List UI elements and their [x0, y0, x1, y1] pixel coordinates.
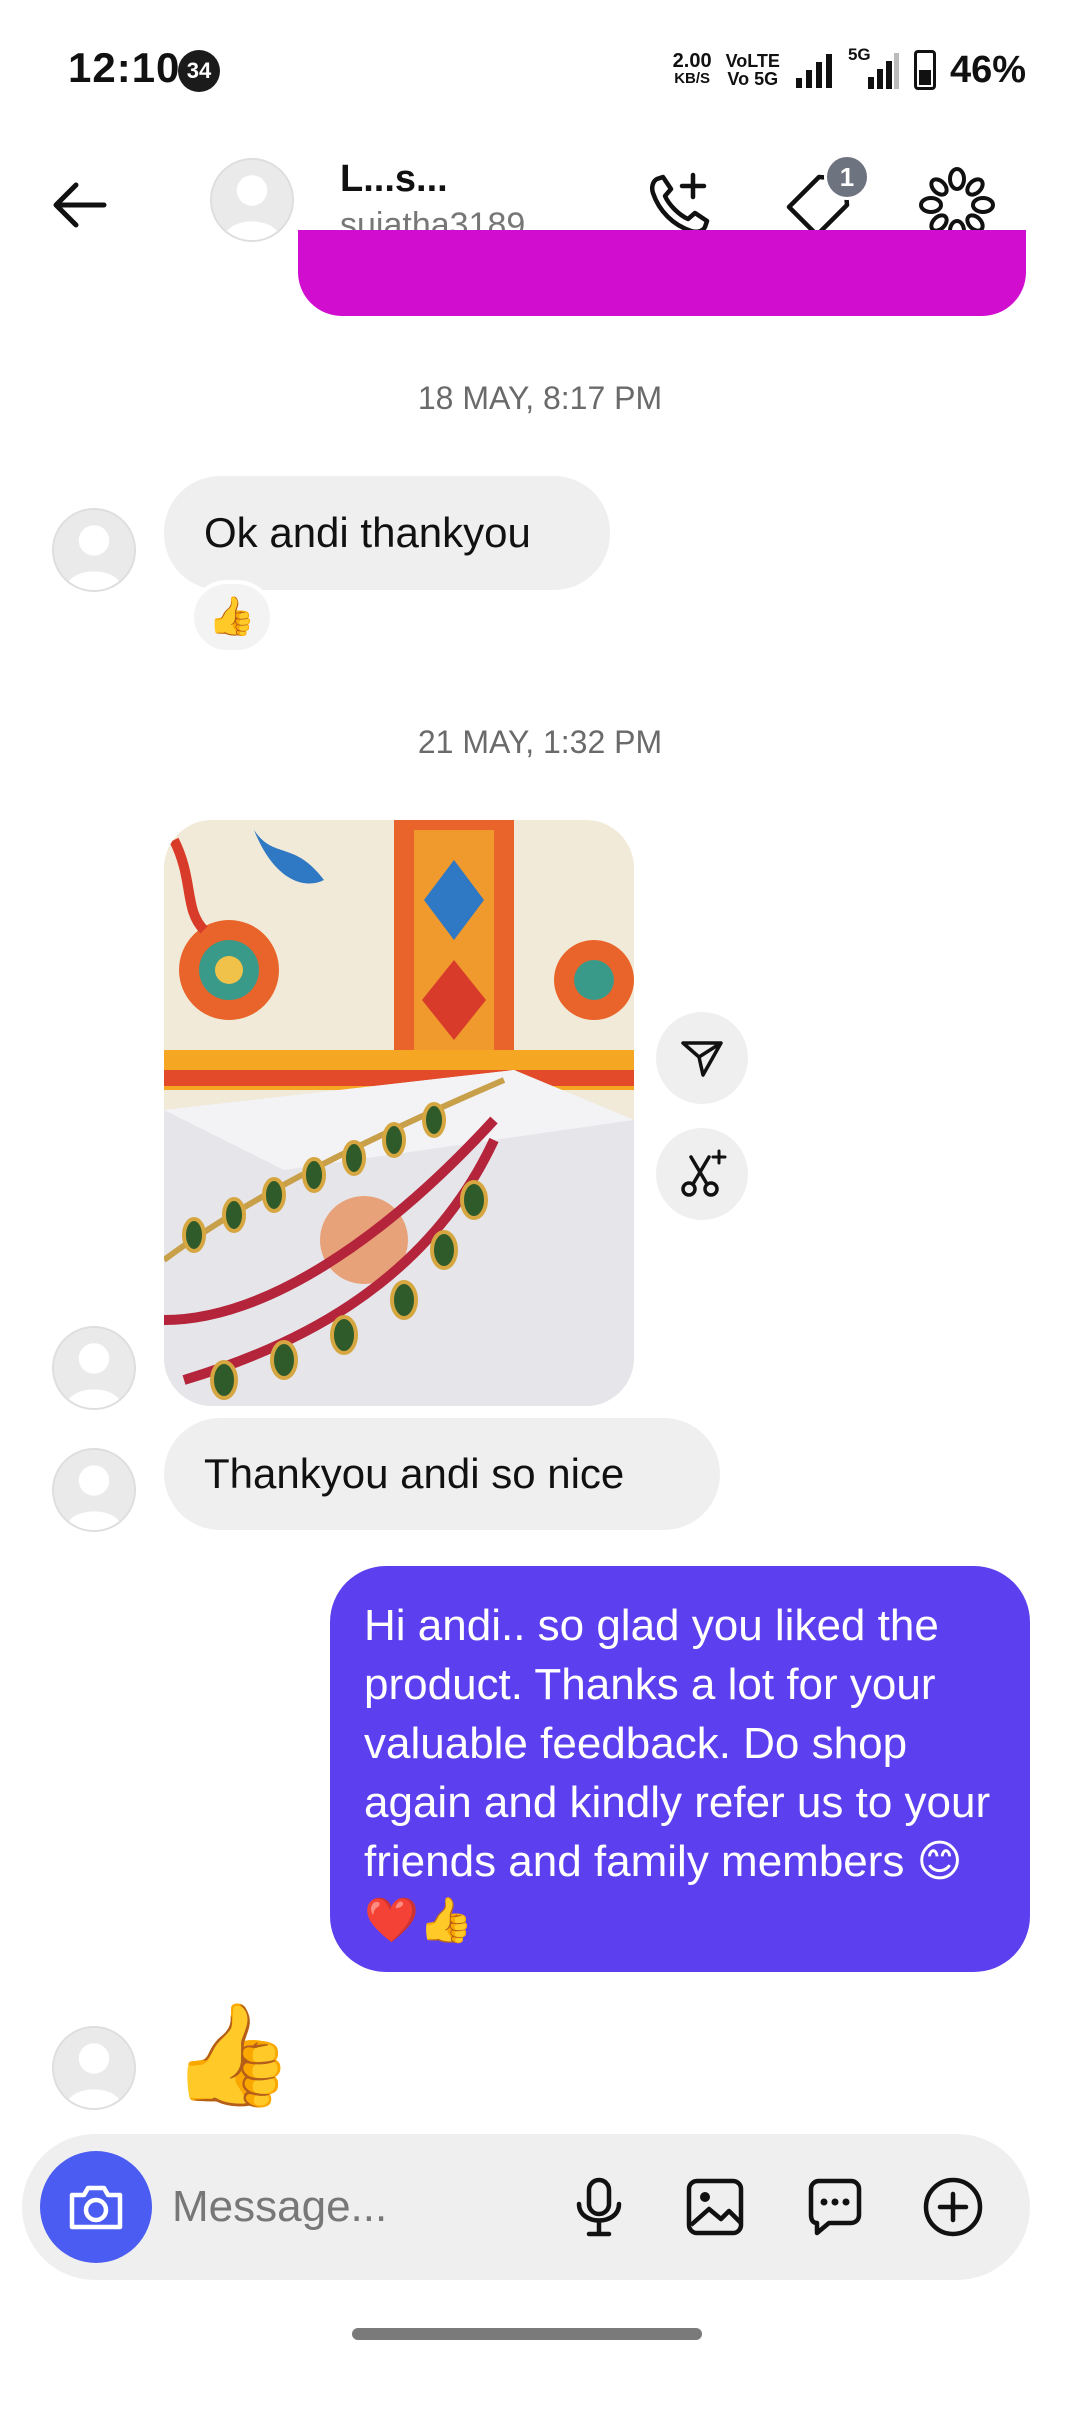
battery-icon	[913, 50, 936, 90]
default-avatar-icon	[54, 1328, 134, 1408]
default-avatar-icon	[54, 2028, 134, 2108]
send-icon	[681, 1041, 723, 1077]
sender-avatar[interactable]	[52, 1326, 136, 1410]
volte-bottom: Vo 5G	[727, 69, 779, 89]
timestamp: 18 MAY, 8:17 PM	[417, 380, 663, 416]
voice-message-button[interactable]	[556, 2164, 642, 2250]
status-icons: 2.00 KB/S VoLTE Vo 5G 5G 46%	[673, 44, 1026, 96]
status-time: 12:10	[68, 44, 181, 91]
previous-outgoing-bubble[interactable]	[298, 230, 1026, 316]
net-speed-unit: KB/S	[674, 70, 711, 87]
image-icon	[686, 2178, 744, 2236]
contact-avatar[interactable]	[210, 158, 294, 242]
signal-icon	[795, 54, 832, 88]
incoming-message[interactable]: Thankyou andi so nice	[164, 1418, 720, 1530]
status-bar: 12:10 34 2.00 KB/S VoLTE Vo 5G 5G 46%	[0, 0, 1080, 140]
signal-5g-icon: 5G	[848, 45, 900, 93]
gallery-button[interactable]	[672, 2164, 758, 2250]
cut-sparkle-icon	[681, 1149, 727, 1197]
microphone-icon	[576, 2177, 622, 2237]
net-speed-value: 2.00	[672, 50, 712, 72]
necklace-photo	[164, 820, 634, 1406]
message-reaction[interactable]: 👍	[190, 580, 274, 654]
message-input[interactable]	[172, 2172, 432, 2242]
incoming-message[interactable]: Ok andi thankyou	[164, 476, 610, 590]
sticker-button[interactable]	[792, 2164, 878, 2250]
outgoing-message[interactable]: Hi andi.. so glad you liked the product.…	[330, 1566, 1030, 1972]
plus-circle-icon	[923, 2177, 983, 2237]
net-speed: 2.00 KB/S	[672, 50, 712, 88]
sender-avatar[interactable]	[52, 508, 136, 592]
arrow-left-icon	[53, 182, 107, 228]
like-sticker-message[interactable]: 👍	[170, 2000, 295, 2110]
camera-icon	[69, 2185, 123, 2230]
dm-screen: 12:10 34 2.00 KB/S VoLTE Vo 5G 5G 46% L.…	[0, 0, 1080, 2412]
home-indicator[interactable]	[352, 2328, 702, 2340]
default-avatar-icon	[54, 510, 134, 590]
sender-avatar[interactable]	[52, 1448, 136, 1532]
contact-name[interactable]: L...s...	[340, 158, 448, 201]
tag-count-badge: 1	[824, 154, 870, 200]
volte-top: VoLTE	[725, 51, 780, 71]
timestamp: 21 MAY, 1:32 PM	[417, 724, 663, 760]
battery-percent: 46%	[949, 48, 1026, 91]
message-composer	[22, 2134, 1030, 2280]
photo-message[interactable]	[164, 820, 634, 1406]
volte-indicator: VoLTE Vo 5G	[726, 52, 780, 88]
notification-count-badge: 34	[178, 50, 220, 92]
default-avatar-icon	[54, 1450, 134, 1530]
ai-edit-photo-button[interactable]	[656, 1128, 748, 1220]
back-button[interactable]	[40, 165, 120, 245]
camera-button[interactable]	[40, 2151, 152, 2263]
chat-sticker-icon	[808, 2178, 862, 2236]
default-avatar-icon	[212, 160, 292, 240]
sender-avatar[interactable]	[52, 2026, 136, 2110]
more-options-button[interactable]	[910, 2164, 996, 2250]
share-photo-button[interactable]	[656, 1012, 748, 1104]
